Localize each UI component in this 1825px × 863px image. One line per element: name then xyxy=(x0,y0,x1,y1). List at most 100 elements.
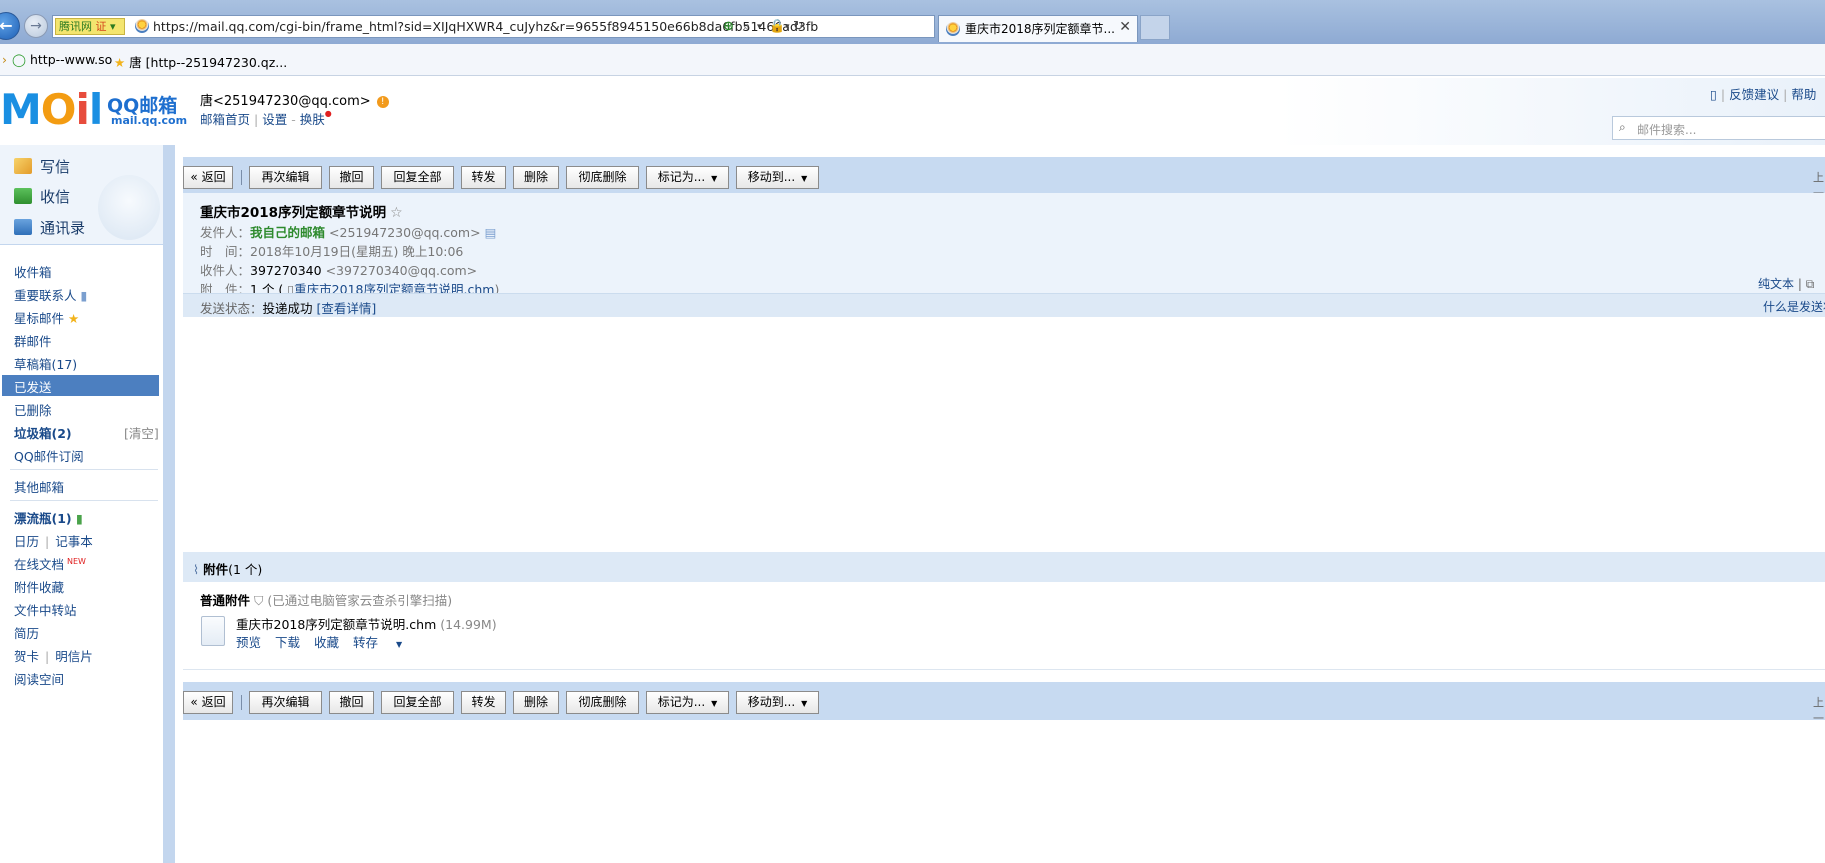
forward-button[interactable]: 转发 xyxy=(461,166,506,189)
lock-icon[interactable]: 🔒 xyxy=(769,19,785,34)
delete-button[interactable]: 删除 xyxy=(513,166,559,189)
search-placeholder: 邮件搜索... xyxy=(1637,123,1697,137)
delete-permanently-button[interactable]: 彻底删除 xyxy=(566,166,639,189)
move-to-dropdown[interactable]: 移动到... ▼ xyxy=(736,166,819,189)
compose-button[interactable]: 写信 xyxy=(14,156,70,177)
what-is-status-link[interactable]: 什么是发送状 xyxy=(1763,298,1825,315)
forward-button[interactable]: 转发 xyxy=(461,691,506,714)
back-button[interactable]: « 返回 xyxy=(183,691,233,714)
settings-link[interactable]: 设置 xyxy=(262,112,287,127)
star-outline-icon[interactable]: ☆ xyxy=(390,205,403,221)
search-icon[interactable]: ⌕ xyxy=(743,19,750,34)
reply-all-button[interactable]: 回复全部 xyxy=(381,691,454,714)
sidebar-item-deleted[interactable]: 已删除 xyxy=(14,400,52,419)
clear-spam-link[interactable]: [清空] xyxy=(124,423,159,442)
sidebar-item-spam[interactable]: 垃圾箱(2) xyxy=(14,423,72,442)
recall-button[interactable]: 撤回 xyxy=(329,166,374,189)
lock-dropdown-icon[interactable]: ▾ xyxy=(785,22,790,32)
from-name[interactable]: 我自己的邮箱 xyxy=(250,225,325,240)
status-detail-link[interactable]: [查看详情] xyxy=(317,301,377,316)
close-icon[interactable]: ✕ xyxy=(1119,19,1131,35)
favorite-link[interactable]: 收藏 xyxy=(314,635,339,650)
sidebar-item-vip[interactable]: 重要联系人 ▮ xyxy=(14,285,87,304)
sidebar-item-file-transfer[interactable]: 文件中转站 xyxy=(14,600,77,619)
attachment-actions: 预览 下载 收藏 转存 ▼ xyxy=(236,632,430,651)
favorite-label: 唐 [http--251947230.qz... xyxy=(129,55,288,70)
from-label: 发件人： xyxy=(200,225,251,240)
reedit-button[interactable]: 再次编辑 xyxy=(249,691,322,714)
help-link[interactable]: 帮助 xyxy=(1791,87,1816,102)
sidebar-item-group[interactable]: 群邮件 xyxy=(14,331,52,350)
attachment-section-header: ⌇ 附件(1 个) xyxy=(183,552,1825,582)
refresh-icon[interactable]: ↻ xyxy=(793,19,804,34)
recall-button[interactable]: 撤回 xyxy=(329,691,374,714)
back-button[interactable]: « 返回 xyxy=(183,166,233,189)
warning-icon[interactable]: ! xyxy=(376,95,389,108)
attachment-count-text: (1 个) xyxy=(228,562,263,577)
forward-arrow-icon: → xyxy=(30,18,42,34)
mail-logo[interactable]: MOil xyxy=(0,88,103,132)
attachment-filename: 重庆市2018序列定额章节说明.chm (14.99M) xyxy=(236,614,497,633)
sidebar-item-subscribe[interactable]: QQ邮件订阅 xyxy=(14,446,84,465)
contacts-button[interactable]: 通讯录 xyxy=(14,217,85,238)
filename-text[interactable]: 重庆市2018序列定额章节说明.chm xyxy=(236,617,436,632)
mark-as-dropdown[interactable]: 标记为... ▼ xyxy=(646,166,729,189)
send-status-bar: 发送状态：投递成功 [查看详情] 什么是发送状 xyxy=(183,293,1825,317)
mark-as-dropdown[interactable]: 标记为... ▼ xyxy=(646,691,729,714)
mail-search-input[interactable]: ⌕ 邮件搜索... xyxy=(1612,116,1825,140)
plain-text-toggle[interactable]: 纯文本 | ⧉ xyxy=(1758,275,1814,292)
mail-header: MOil QQ邮箱 mail.qq.com 唐<251947230@qq.com… xyxy=(0,78,1825,145)
chevron-down-icon: ▼ xyxy=(711,174,718,183)
sidebar-item-drafts[interactable]: 草稿箱(17) xyxy=(14,354,77,373)
save-to-dropdown[interactable]: 转存 ▼ xyxy=(353,635,416,650)
sidebar-item-reading[interactable]: 阅读空间 xyxy=(14,669,64,688)
preview-link[interactable]: 预览 xyxy=(236,635,261,650)
chm-file-icon[interactable] xyxy=(201,616,225,646)
favorite-item-qzone[interactable]: ★ 唐 [http--251947230.qz... xyxy=(114,52,287,71)
url-field[interactable]: 腾讯网 证 ▾ https://mail.qq.com/cgi-bin/fram… xyxy=(52,15,935,38)
delete-button[interactable]: 删除 xyxy=(513,691,559,714)
favorites-overflow-icon[interactable]: › xyxy=(2,52,7,67)
sidebar-item-attachment-fav[interactable]: 附件收藏 xyxy=(14,577,64,596)
move-to-dropdown[interactable]: 移动到... ▼ xyxy=(736,691,819,714)
feedback-link[interactable]: 反馈建议 xyxy=(1729,87,1779,102)
delete-permanently-button[interactable]: 彻底删除 xyxy=(566,691,639,714)
sidebar-item-inbox[interactable]: 收件箱 xyxy=(14,262,52,281)
receive-button[interactable]: 收信 xyxy=(14,186,70,207)
sidebar-item-other-mailbox[interactable]: 其他邮箱 xyxy=(14,477,64,496)
popout-icon[interactable]: ⧉ xyxy=(1806,277,1815,291)
user-account: 唐<251947230@qq.com>! xyxy=(200,90,389,109)
notes-link[interactable]: 记事本 xyxy=(55,534,93,549)
paperclip-icon: ⌇ xyxy=(193,562,200,577)
reply-all-button[interactable]: 回复全部 xyxy=(381,166,454,189)
contact-card-icon[interactable]: ▤ xyxy=(485,225,497,240)
forward-button[interactable]: → xyxy=(24,14,48,38)
sidebar-item-starred[interactable]: 星标邮件 ★ xyxy=(14,308,79,327)
mailbox-home-link[interactable]: 邮箱首页 xyxy=(200,112,250,127)
favorite-item-so[interactable]: ◯ http--www.so xyxy=(12,52,112,67)
sidebar-item-sent[interactable]: 已发送 xyxy=(14,377,52,396)
to-line: 收件人：397270340 <397270340@qq.com> xyxy=(200,260,477,279)
partner-tag[interactable]: 腾讯网 证 ▾ xyxy=(55,18,125,35)
compat-icon[interactable]: ⊕ xyxy=(723,19,734,34)
star-icon: ★ xyxy=(114,55,126,70)
new-tab-button[interactable] xyxy=(1140,15,1170,40)
sidebar-item-resume[interactable]: 简历 xyxy=(14,623,39,642)
sidebar-item-docs[interactable]: 在线文档 NEW xyxy=(14,554,86,573)
browser-tab-active[interactable]: 重庆市2018序列定额章节... ✕ xyxy=(938,15,1138,42)
change-skin-link[interactable]: 换肤 xyxy=(300,112,325,127)
download-link[interactable]: 下载 xyxy=(275,635,300,650)
sidebar-item-bottle[interactable]: 漂流瓶(1) ▮ xyxy=(14,508,83,527)
prev-mail-link[interactable]: 上一 xyxy=(1813,694,1825,726)
greeting-card-link[interactable]: 贺卡 xyxy=(14,649,39,664)
mobile-icon[interactable]: ▯ xyxy=(1710,87,1717,102)
reedit-button[interactable]: 再次编辑 xyxy=(249,166,322,189)
url-text[interactable]: https://mail.qq.com/cgi-bin/frame_html?s… xyxy=(153,19,818,34)
move-to-label: 移动到... xyxy=(747,170,796,184)
postcard-link[interactable]: 明信片 xyxy=(55,649,93,664)
calendar-link[interactable]: 日历 xyxy=(14,534,39,549)
back-button[interactable]: ← xyxy=(0,12,20,40)
mail-view: « 返回 再次编辑 撤回 回复全部 转发 删除 彻底删除 标记为... ▼ 移动到… xyxy=(167,145,1825,863)
pen-icon xyxy=(14,158,32,174)
search-dropdown-icon[interactable]: ▾ xyxy=(757,22,762,32)
